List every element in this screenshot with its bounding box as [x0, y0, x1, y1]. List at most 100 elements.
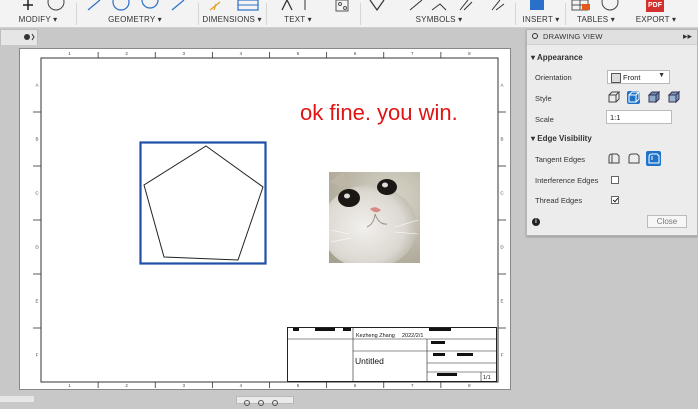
- insert-icon: [530, 0, 544, 10]
- drawing-title: Untitled: [355, 356, 384, 366]
- pdf-icon: PDF: [646, 0, 664, 12]
- interference-edges-checkbox[interactable]: [611, 176, 619, 184]
- sheet-number: 1/1: [483, 375, 491, 381]
- orientation-dropdown[interactable]: Front ▼: [607, 70, 670, 84]
- toolbar-group-tables[interactable]: TABLES ▾: [568, 0, 624, 27]
- zone-label: F: [501, 353, 504, 358]
- tangent-edges-off-button[interactable]: [627, 152, 640, 165]
- zone-label: 7: [411, 383, 414, 388]
- zone-label: B: [500, 137, 503, 142]
- tangent-off-icon: [628, 153, 640, 164]
- interference-edges-label: Interference Edges: [535, 176, 599, 185]
- zone-label: A: [500, 83, 503, 88]
- geometry-label: GEOMETRY ▾: [108, 15, 162, 24]
- zone-label: A: [35, 83, 38, 88]
- zone-label: 5: [297, 383, 300, 388]
- toolbar-divider: [515, 3, 516, 25]
- zone-label: 2: [125, 51, 128, 56]
- annotation-text[interactable]: ok fine. you win.: [300, 100, 458, 126]
- chevron-down-icon: ▼: [658, 72, 665, 79]
- orientation-label: Orientation: [535, 73, 572, 82]
- zone-label: 6: [354, 51, 357, 56]
- wireframe-cube-icon: [608, 91, 621, 103]
- zone-label: C: [500, 191, 504, 196]
- tangent-edges-label: Tangent Edges: [535, 155, 586, 164]
- scale-label: Scale: [535, 115, 554, 124]
- orientation-value: Front: [623, 73, 641, 82]
- nav-left-strip: [0, 396, 34, 402]
- document-tab[interactable]: [0, 29, 38, 46]
- edge-visibility-heading: Edge Visibility: [537, 134, 592, 143]
- scale-input[interactable]: 1:1: [606, 110, 672, 124]
- toolbar-group-modify[interactable]: MODIFY ▾: [8, 0, 68, 27]
- drawing-view-panel: DRAWING VIEW ▸▸ ▾ Appearance Orientation…: [526, 29, 698, 236]
- info-icon[interactable]: i: [532, 218, 540, 226]
- navigation-bar[interactable]: [236, 396, 294, 406]
- tangent-shortened-icon: [648, 153, 660, 164]
- zone-label: 4: [240, 51, 243, 56]
- pin-icon[interactable]: [532, 33, 538, 39]
- symbols-label: SYMBOLS ▾: [415, 15, 463, 24]
- expand-icon[interactable]: ▸▸: [683, 31, 692, 42]
- toolbar-divider: [76, 3, 77, 25]
- toolbar-group-geometry[interactable]: GEOMETRY ▾: [80, 0, 190, 27]
- zone-label: 2: [125, 383, 128, 388]
- zone-label: E: [35, 299, 38, 304]
- close-button[interactable]: Close: [647, 215, 687, 228]
- dimensions-label: DIMENSIONS ▾: [202, 15, 262, 24]
- toolbar-group-export[interactable]: PDF EXPORT ▾: [630, 0, 682, 27]
- zone-label: D: [500, 245, 504, 250]
- panel-header[interactable]: DRAWING VIEW ▸▸: [527, 30, 697, 45]
- zone-label: 4: [240, 383, 243, 388]
- zone-label: 7: [411, 51, 414, 56]
- zone-label: 3: [183, 383, 186, 388]
- dimension-icon: [209, 0, 259, 11]
- zone-label: E: [500, 299, 503, 304]
- modify-label: MODIFY ▾: [18, 15, 58, 24]
- style-label: Style: [535, 94, 552, 103]
- text-label: TEXT ▾: [284, 15, 312, 24]
- toolbar-divider: [565, 3, 566, 25]
- hidden-edge-cube-icon: [628, 91, 641, 103]
- zone-label: 8: [468, 51, 471, 56]
- zone-label: 1: [68, 383, 71, 388]
- tangent-edges-shortened-button[interactable]: [646, 151, 661, 166]
- zone-label: C: [35, 191, 39, 196]
- toolbar-group-symbols[interactable]: SYMBOLS ▾: [364, 0, 514, 27]
- toolbar: MODIFY ▾ GEOMETRY ▾ DIMENSIONS ▾ TEXT ▾: [0, 0, 698, 28]
- style-hidden-edges-button[interactable]: [627, 91, 641, 104]
- zone-label: 1: [68, 51, 71, 56]
- toolbar-divider: [198, 3, 199, 25]
- zone-label: 8: [468, 383, 471, 388]
- author-field: Kezheng Zhang: [356, 333, 395, 339]
- style-visible-edges-button[interactable]: [607, 91, 621, 104]
- toolbar-group-insert[interactable]: INSERT ▾: [520, 0, 562, 27]
- zone-label: 5: [297, 51, 300, 56]
- date-field: 2022/2/1: [402, 333, 424, 339]
- tangent-edges-full-button[interactable]: [607, 152, 620, 165]
- table-icon: [571, 0, 619, 11]
- text-icon: [281, 0, 349, 12]
- appearance-heading: Appearance: [536, 53, 583, 62]
- toolbar-divider: [266, 3, 267, 25]
- thread-edges-label: Thread Edges: [535, 196, 583, 205]
- style-shaded-hidden-button[interactable]: [667, 90, 681, 104]
- toolbar-group-dimensions[interactable]: DIMENSIONS ▾: [202, 0, 262, 27]
- drawing-view[interactable]: [139, 141, 267, 265]
- appearance-section[interactable]: ▾ Appearance: [531, 53, 583, 62]
- toolbar-divider: [360, 3, 361, 25]
- cat-image[interactable]: [329, 172, 420, 263]
- zone-label: F: [36, 353, 39, 358]
- nav-icons: [244, 400, 278, 406]
- zone-label: 6: [354, 383, 357, 388]
- edge-visibility-section[interactable]: ▾ Edge Visibility: [531, 134, 592, 143]
- move-icon: [23, 0, 65, 11]
- collapse-icon: [24, 33, 35, 41]
- style-shaded-button[interactable]: [647, 90, 661, 104]
- symbols-icons: [369, 0, 505, 12]
- tables-label: TABLES ▾: [577, 15, 615, 24]
- thread-edges-checkbox[interactable]: [611, 196, 619, 204]
- shaded-hidden-cube-icon: [667, 90, 681, 104]
- zone-label: D: [35, 245, 39, 250]
- toolbar-group-text[interactable]: TEXT ▾: [272, 0, 356, 27]
